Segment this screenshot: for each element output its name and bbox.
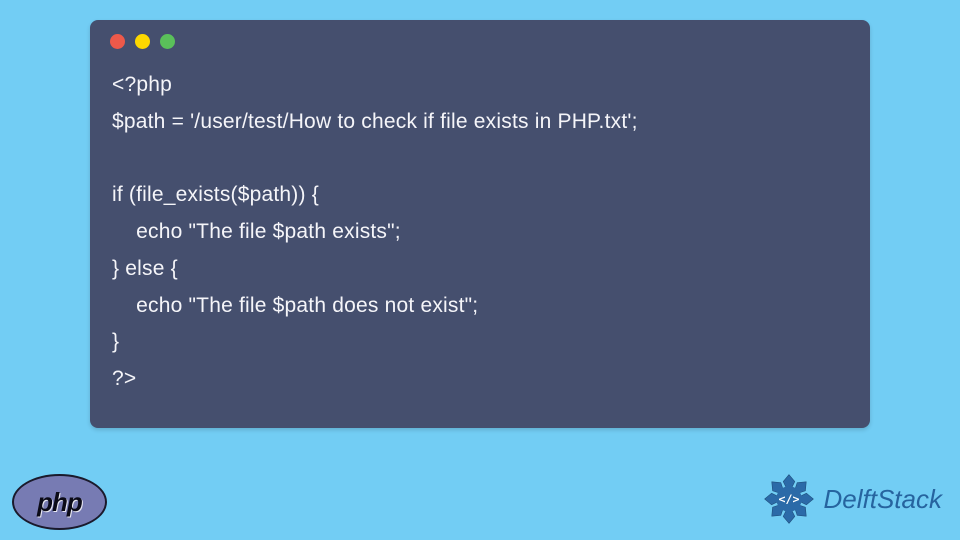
delftstack-logo: </> DelftStack [760, 470, 943, 528]
delftstack-text: DelftStack [824, 484, 943, 515]
svg-text:</>: </> [778, 492, 799, 506]
close-icon [110, 34, 125, 49]
code-area: <?php $path = '/user/test/How to check i… [90, 57, 870, 416]
code-line: echo "The file $path does not exist"; [112, 294, 478, 317]
code-window: <?php $path = '/user/test/How to check i… [90, 20, 870, 428]
code-line: $path = '/user/test/How to check if file… [112, 110, 638, 133]
code-line: if (file_exists($path)) { [112, 183, 319, 206]
php-logo-text: php [37, 487, 82, 518]
code-line: echo "The file $path exists"; [112, 220, 401, 243]
code-line: ?> [112, 367, 136, 390]
maximize-icon [160, 34, 175, 49]
code-line: } [112, 330, 119, 353]
minimize-icon [135, 34, 150, 49]
code-line: } else { [112, 257, 178, 280]
code-line: <?php [112, 73, 172, 96]
window-titlebar [90, 20, 870, 57]
php-logo-ellipse: php [12, 474, 107, 530]
php-logo: php [12, 474, 107, 530]
delftstack-icon: </> [760, 470, 818, 528]
